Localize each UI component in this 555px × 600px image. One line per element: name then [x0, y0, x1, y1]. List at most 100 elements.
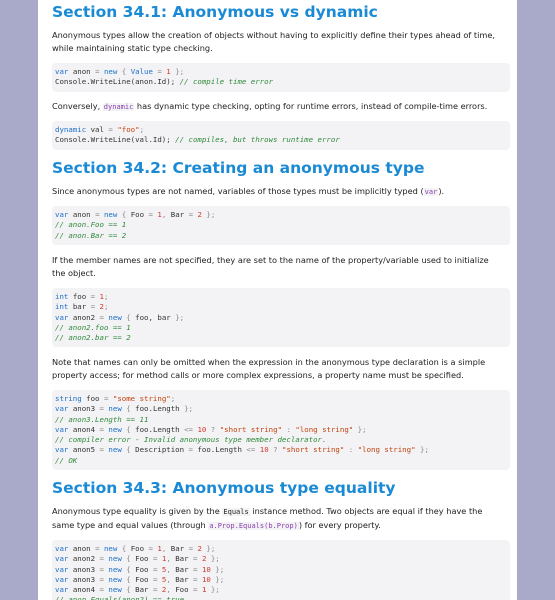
section-34-3-intro: Anonymous type equality is given by the … [52, 505, 504, 532]
code-token: ? [268, 445, 283, 455]
code-token: ; [103, 292, 109, 301]
code-token: int [55, 302, 73, 312]
code-line: var anon = new { Value = 1 }; [55, 67, 507, 77]
code-token: , [161, 210, 171, 219]
code-token: Bar [170, 210, 189, 219]
code-line: var anon2 = new { Foo = 1, Bar = 2 }; [55, 554, 507, 564]
code-line: // anon.Foo == 1 [55, 220, 507, 230]
code-token: bar [72, 302, 91, 312]
code-line: var anon2 = new { foo, bar }; [55, 313, 507, 323]
code-token: , [166, 564, 176, 574]
code-line: int foo = 1; [55, 292, 507, 302]
code-token: new [108, 424, 122, 434]
code-token: foo [72, 292, 91, 301]
section-34-1-intro: Anonymous types allow the creation of ob… [52, 30, 495, 53]
code-token: anon4 [72, 585, 100, 595]
code-token: Bar [170, 544, 189, 553]
code-block-6: var anon = new { Foo = 1, Bar = 2 }; var … [52, 540, 510, 600]
code-token: { [117, 544, 131, 553]
code-token: }; [201, 544, 216, 553]
code-token: val [90, 125, 109, 134]
code-block-2: dynamic val = "foo"; Console.WriteLine(va… [52, 121, 510, 150]
code-token: : [344, 445, 358, 455]
section-34-2-intro: Since anonymous types are not named, var… [52, 185, 504, 199]
code-token: Console.WriteLine(val.Id); [55, 135, 176, 145]
code-token: // compiles, but throws runtime error [175, 135, 340, 145]
code-token: = [152, 564, 162, 574]
code-line: string foo = "some string"; [55, 394, 507, 404]
text-fragment: Since anonymous types are not named, var… [52, 186, 424, 196]
code-token: // anon.Bar == 2 [55, 230, 127, 240]
code-line: // anon.Bar == 2 [55, 231, 507, 241]
code-token: anon3 [72, 404, 100, 414]
code-token: { [121, 554, 136, 564]
code-token: Foo [130, 210, 149, 219]
section-34-2-member-names: If the member names are not specified, t… [52, 255, 489, 278]
code-token: Bar [175, 574, 194, 584]
code-token: { [121, 445, 136, 455]
code-token: { [117, 210, 131, 219]
code-token: // anon2.foo == 1 [55, 322, 131, 332]
code-token: dynamic [55, 125, 91, 134]
code-token: = [152, 585, 162, 595]
code-token: anon [72, 210, 96, 219]
code-token: 10 [201, 574, 211, 584]
code-token: , [166, 554, 176, 564]
code-token: "short string" [282, 445, 345, 455]
text-fragment: Conversely, [52, 101, 103, 111]
code-token: new [108, 574, 122, 584]
section-34-2-title: Section 34.2: Creating an anonymous type [52, 159, 425, 177]
code-token: new [108, 585, 122, 595]
code-token: new [108, 312, 122, 322]
code-token: ; [170, 394, 176, 403]
code-token: // anon.Foo == 1 [55, 220, 127, 230]
code-token: anon3 [72, 574, 100, 584]
code-token: anon2 [72, 554, 100, 564]
code-token: var [55, 67, 73, 76]
code-token: = [152, 554, 162, 564]
code-token: Foo [135, 554, 153, 564]
text-fragment: ). [438, 186, 445, 196]
text-fragment: has dynamic type checking, opting for ru… [134, 101, 488, 111]
code-line: // anon2.bar == 2 [55, 333, 507, 343]
code-token: ; [103, 302, 109, 312]
code-token: new [103, 210, 118, 219]
code-line: var anon4 = new { foo.Length <= 10 ? "sh… [55, 425, 507, 435]
code-token: = [193, 564, 202, 574]
code-token: new [108, 554, 122, 564]
code-token: = [90, 302, 100, 312]
code-token: foo.Length [135, 404, 185, 414]
code-token: }; [210, 564, 225, 574]
code-token: 10 [201, 564, 211, 574]
code-token: foo.Length [135, 424, 185, 434]
code-token: = [152, 67, 167, 76]
code-line: Console.WriteLine(val.Id); // compiles, … [55, 135, 507, 145]
code-token: = [95, 544, 104, 553]
code-token: // anon2.bar == 2 [55, 333, 131, 343]
code-line: // OK [55, 456, 507, 466]
code-token: Description [135, 445, 189, 455]
code-token: }; [206, 585, 220, 595]
code-block-3: var anon = new { Foo = 1, Bar = 2 };// a… [52, 206, 510, 245]
text-fragment: ) for every property. [298, 519, 381, 530]
code-token: // anon3.Length == 11 [55, 414, 149, 424]
code-line: // anon3.Length == 11 [55, 415, 507, 425]
code-line: var anon4 = new { Bar = 2, Foo = 1 }; [55, 585, 507, 595]
code-token: = [95, 210, 104, 219]
code-line: var anon3 = new { Foo = 5, Bar = 10 }; [55, 565, 507, 575]
code-token: Bar [175, 564, 194, 574]
code-token: new [108, 404, 122, 414]
code-token: anon3 [72, 564, 100, 574]
code-token: { [121, 585, 136, 595]
code-token: // compile time error [179, 77, 274, 87]
code-token: { [121, 424, 136, 434]
code-token: var [55, 424, 73, 434]
code-token: ? [206, 424, 220, 434]
code-line: var anon3 = new { Foo = 5, Bar = 10 }; [55, 575, 507, 585]
code-line: var anon = new { Foo = 1, Bar = 2 }; [55, 210, 507, 220]
code-block-1: var anon = new { Value = 1 }; Console.Wri… [52, 63, 510, 92]
code-token: string [55, 394, 87, 403]
code-token: "foo" [117, 125, 140, 134]
code-token: = [193, 554, 202, 564]
code-token: , [166, 585, 176, 595]
